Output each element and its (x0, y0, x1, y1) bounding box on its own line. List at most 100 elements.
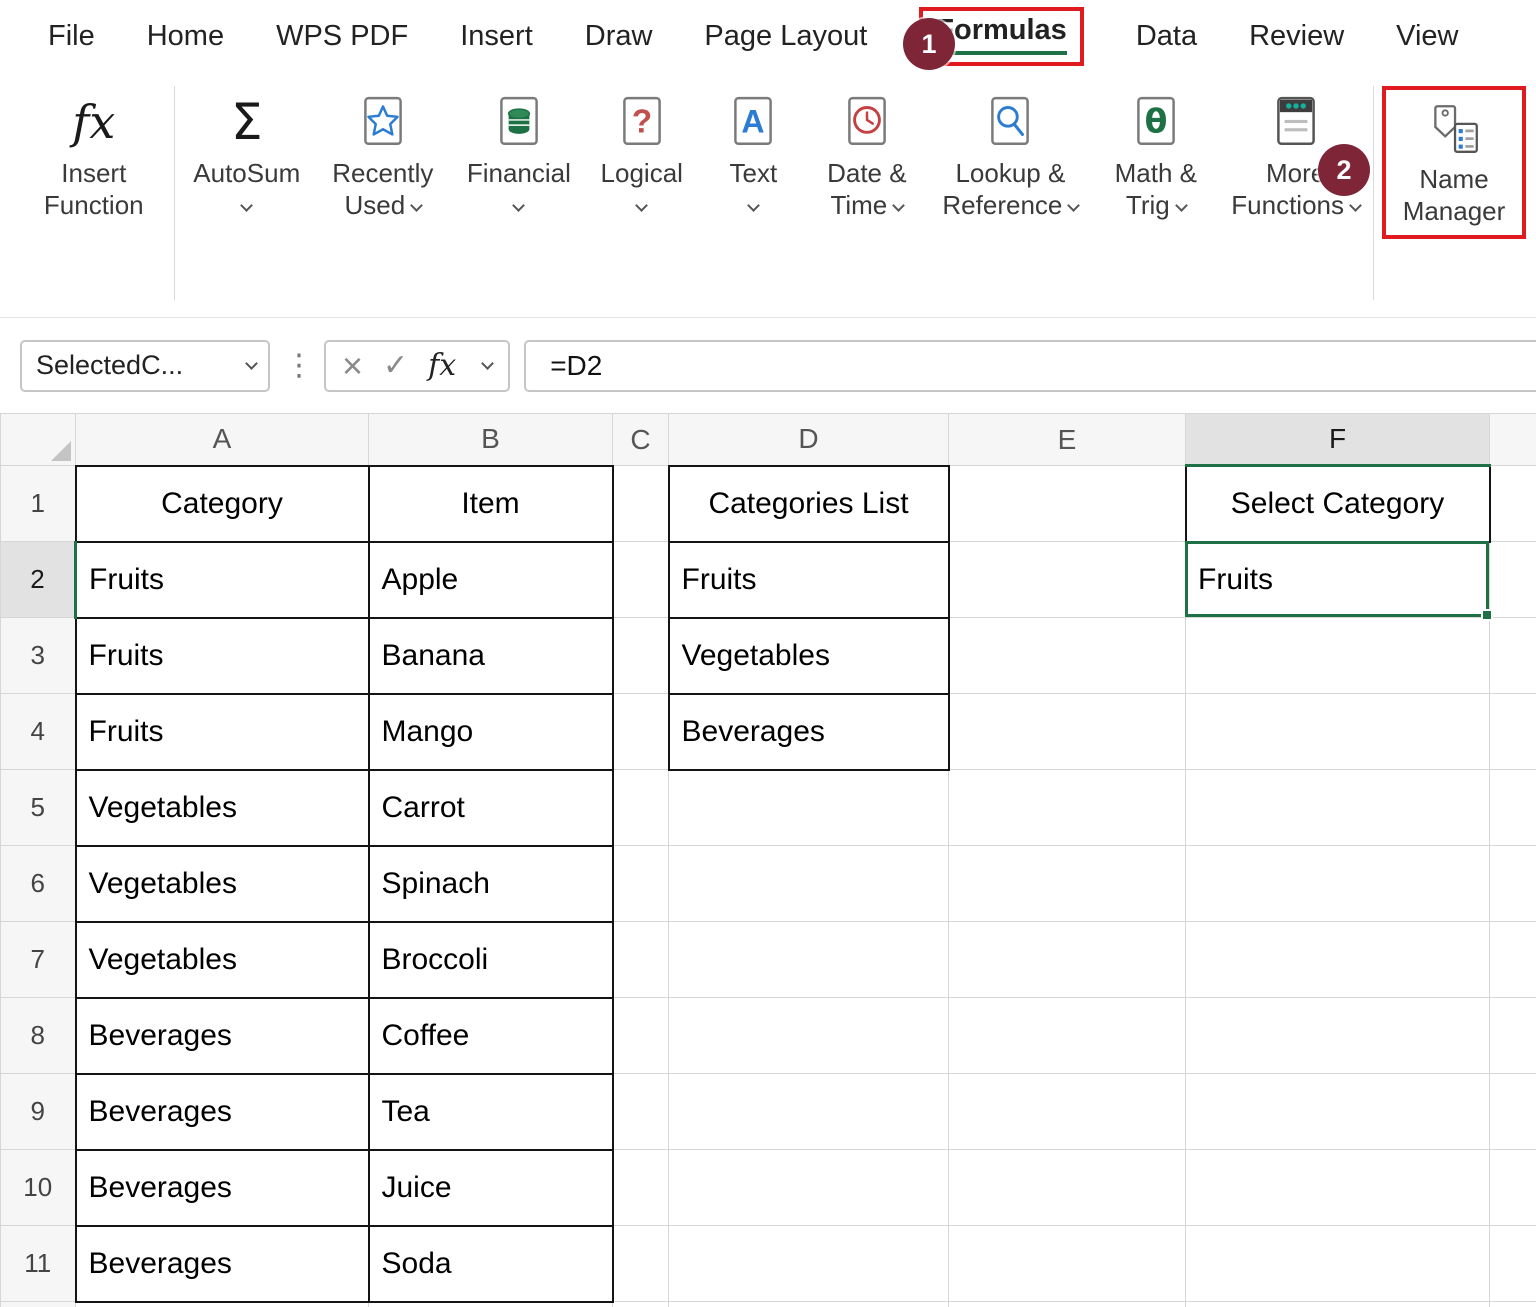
cell-E1[interactable] (948, 465, 1186, 542)
cell-E5[interactable] (948, 769, 1186, 846)
cell-A1[interactable]: Category (74, 464, 370, 543)
cell-D8[interactable] (668, 997, 949, 1074)
row-header-6[interactable]: 6 (0, 845, 76, 922)
cell-B4[interactable]: Mango (367, 692, 614, 771)
cell-A6[interactable]: Vegetables (74, 844, 370, 923)
cell-B8[interactable]: Coffee (367, 996, 614, 1075)
col-header-B[interactable]: B (368, 413, 613, 466)
tab-page-layout[interactable]: Page Layout (704, 20, 867, 53)
text-button[interactable]: A Text (706, 86, 800, 221)
cell-D10[interactable] (668, 1149, 949, 1226)
cell-D4[interactable]: Beverages (667, 692, 950, 771)
cell-F11[interactable] (1185, 1225, 1490, 1302)
cell-B11[interactable]: Soda (367, 1224, 614, 1303)
cell-E6[interactable] (948, 845, 1186, 922)
lookup-reference-button[interactable]: Lookup & Reference (933, 86, 1087, 221)
name-manager-button[interactable]: Name Manager (1390, 92, 1518, 227)
date-time-button[interactable]: Date & Time (812, 86, 921, 221)
cell-F8[interactable] (1185, 997, 1490, 1074)
cell-D2[interactable]: Fruits (667, 540, 950, 619)
cell-A7[interactable]: Vegetables (74, 920, 370, 999)
cell-F9[interactable] (1185, 1073, 1490, 1150)
cancel-icon[interactable]: × (342, 347, 363, 384)
cell-F1[interactable]: Select Category (1184, 464, 1491, 543)
cell-D3[interactable]: Vegetables (667, 616, 950, 695)
cell-F4[interactable] (1185, 693, 1490, 770)
cell-F6[interactable] (1185, 845, 1490, 922)
cell-C3[interactable] (612, 617, 669, 694)
cell-D12[interactable] (668, 1301, 949, 1307)
cell-A10[interactable]: Beverages (74, 1148, 370, 1227)
cell-F3[interactable] (1185, 617, 1490, 694)
cell-C8[interactable] (612, 997, 669, 1074)
tab-wps-pdf[interactable]: WPS PDF (276, 20, 408, 53)
cell-C2[interactable] (612, 541, 669, 618)
cell-A8[interactable]: Beverages (74, 996, 370, 1075)
cell-B7[interactable]: Broccoli (367, 920, 614, 999)
cell-E4[interactable] (948, 693, 1186, 770)
logical-button[interactable]: ? Logical (589, 86, 694, 221)
cell-A2[interactable]: Fruits (74, 540, 370, 619)
row-header-8[interactable]: 8 (0, 997, 76, 1074)
cell-D9[interactable] (668, 1073, 949, 1150)
cell-B12[interactable] (368, 1301, 613, 1307)
cell-A12[interactable] (75, 1301, 369, 1307)
formula-input[interactable]: =D2 (524, 339, 1536, 392)
cell-F10[interactable] (1185, 1149, 1490, 1226)
cell-E9[interactable] (948, 1073, 1186, 1150)
cell-C9[interactable] (612, 1073, 669, 1150)
chevron-down-icon[interactable] (245, 357, 258, 370)
cell-D7[interactable] (668, 921, 949, 998)
row-header-7[interactable]: 7 (0, 921, 76, 998)
cell-A5[interactable]: Vegetables (74, 768, 370, 847)
select-all-corner[interactable] (0, 413, 76, 466)
row-header-5[interactable]: 5 (0, 769, 76, 846)
cell-B10[interactable]: Juice (367, 1148, 614, 1227)
cell-E2[interactable] (948, 541, 1186, 618)
row-header-12[interactable]: 12 (0, 1301, 76, 1307)
col-header-E[interactable]: E (948, 413, 1186, 466)
tab-file[interactable]: File (48, 20, 95, 53)
cell-D11[interactable] (668, 1225, 949, 1302)
cell-E12[interactable] (948, 1301, 1186, 1307)
tab-insert[interactable]: Insert (460, 20, 533, 53)
cell-C4[interactable] (612, 693, 669, 770)
row-header-2[interactable]: 2 (0, 541, 77, 618)
col-header-D[interactable]: D (668, 413, 949, 466)
cell-C6[interactable] (612, 845, 669, 922)
row-header-4[interactable]: 4 (0, 693, 76, 770)
insert-function-button[interactable]: fx Insert Function (28, 86, 160, 221)
tab-review[interactable]: Review (1249, 20, 1344, 53)
row-header-1[interactable]: 1 (0, 465, 76, 542)
enter-icon[interactable]: ✓ (383, 350, 408, 381)
cell-C7[interactable] (612, 921, 669, 998)
cell-C10[interactable] (612, 1149, 669, 1226)
name-box[interactable]: SelectedC... (20, 339, 270, 392)
cell-D5[interactable] (668, 769, 949, 846)
cell-A9[interactable]: Beverages (74, 1072, 370, 1151)
cell-E7[interactable] (948, 921, 1186, 998)
col-header-A[interactable]: A (75, 413, 369, 466)
math-trig-button[interactable]: θ Math & Trig (1099, 86, 1212, 221)
col-header-F[interactable]: F (1185, 413, 1490, 467)
tab-draw[interactable]: Draw (585, 20, 653, 53)
cell-A3[interactable]: Fruits (74, 616, 370, 695)
cell-B5[interactable]: Carrot (367, 768, 614, 847)
recently-used-button[interactable]: Recently Used (317, 86, 449, 221)
cell-E11[interactable] (948, 1225, 1186, 1302)
insert-function-fx-icon[interactable]: fx (428, 348, 456, 383)
cell-B2[interactable]: Apple (367, 540, 614, 619)
cell-C1[interactable] (612, 465, 669, 542)
cell-D6[interactable] (668, 845, 949, 922)
cell-B1[interactable]: Item (367, 464, 614, 543)
cell-F5[interactable] (1185, 769, 1490, 846)
formula-bar-resize-handle[interactable]: ⋮ (284, 348, 314, 383)
row-header-3[interactable]: 3 (0, 617, 76, 694)
financial-button[interactable]: Financial (461, 86, 578, 221)
tab-data[interactable]: Data (1136, 20, 1197, 53)
cell-C5[interactable] (612, 769, 669, 846)
cell-B6[interactable]: Spinach (367, 844, 614, 923)
cell-B9[interactable]: Tea (367, 1072, 614, 1151)
cell-C11[interactable] (612, 1225, 669, 1302)
cell-E8[interactable] (948, 997, 1186, 1074)
